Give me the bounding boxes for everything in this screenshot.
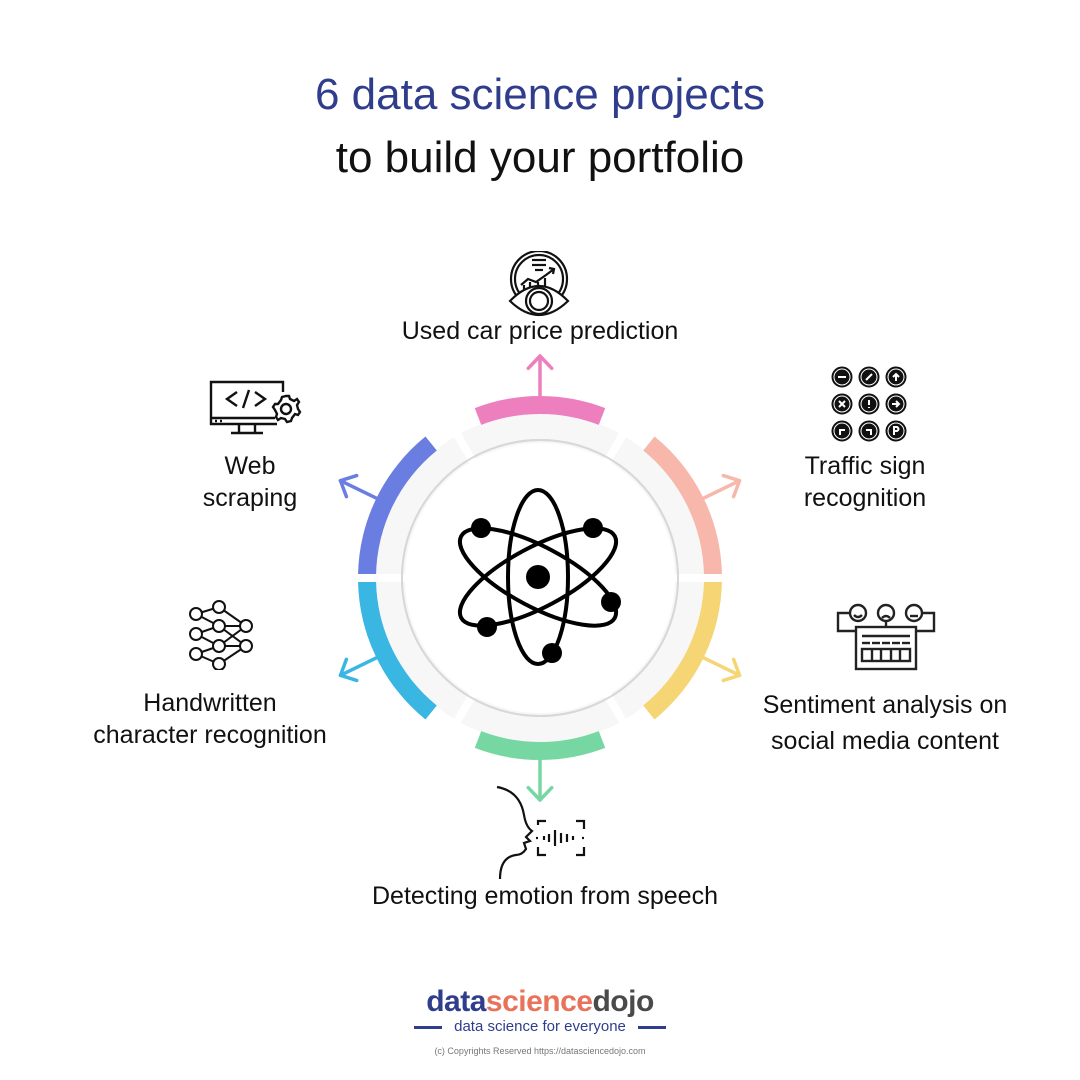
label-line: Handwritten bbox=[143, 689, 277, 717]
traffic-sign-turnr-icon bbox=[831, 420, 853, 442]
traffic-signs-icon bbox=[831, 366, 907, 442]
tagline-text: data science for everyone bbox=[454, 1018, 626, 1035]
label-line: Web bbox=[224, 452, 276, 480]
code-monitor-icon bbox=[209, 380, 302, 435]
project-label-speech: Detecting emotion from speech bbox=[371, 882, 718, 910]
sentiment-board-icon bbox=[836, 603, 936, 671]
label-line: scraping bbox=[202, 484, 298, 512]
label-line: Sentiment analysis on bbox=[762, 691, 1008, 719]
logo-word-dojo: dojo bbox=[592, 985, 654, 1018]
label-line: character recognition bbox=[93, 721, 327, 749]
logo-word-data: data bbox=[426, 985, 486, 1018]
project-label-sentiment: Sentiment analysis on social media conte… bbox=[740, 687, 1030, 759]
project-label-traffic-sign: Traffic sign recognition bbox=[760, 450, 970, 514]
eye-chart-icon bbox=[508, 251, 570, 316]
project-label-handwritten: Handwritten character recognition bbox=[70, 687, 350, 751]
label-line: social media content bbox=[771, 727, 999, 755]
copyright-notice: (c) Copyrights Reserved https://datascie… bbox=[434, 1046, 646, 1056]
traffic-sign-turnl-icon bbox=[858, 420, 880, 442]
project-wheel bbox=[338, 354, 742, 802]
divider bbox=[414, 1025, 443, 1029]
neural-network-icon bbox=[189, 600, 253, 670]
traffic-sign-minus-icon bbox=[831, 366, 853, 388]
atom-icon bbox=[457, 488, 621, 666]
divider bbox=[637, 1025, 666, 1029]
project-label-web-scraping: Web scraping bbox=[160, 450, 340, 514]
traffic-sign-up-icon bbox=[885, 366, 907, 388]
traffic-sign-x-icon bbox=[831, 393, 853, 415]
brand-tagline: data science for everyone bbox=[0, 1018, 1080, 1035]
traffic-sign-excl-icon bbox=[858, 393, 880, 415]
traffic-sign-slash-icon bbox=[858, 366, 880, 388]
logo-word-science: science bbox=[485, 985, 593, 1018]
brand-logo[interactable]: datasciencedojo bbox=[0, 985, 1080, 1019]
label-line: recognition bbox=[803, 484, 927, 512]
traffic-sign-right-icon bbox=[885, 393, 907, 415]
voice-face-icon bbox=[496, 785, 586, 880]
traffic-sign-p-icon bbox=[885, 420, 907, 442]
project-label-used-car: Used car price prediction bbox=[401, 317, 679, 345]
label-line: Traffic sign bbox=[804, 452, 926, 480]
